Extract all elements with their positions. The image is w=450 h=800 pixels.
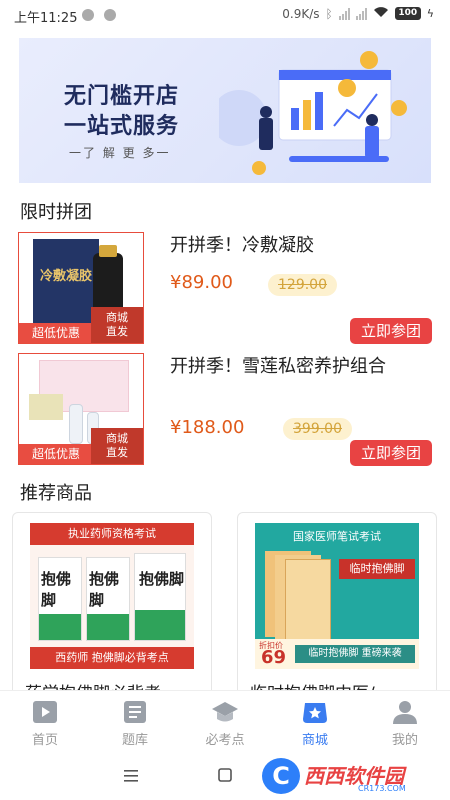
tab-shop[interactable]: 商城 (270, 691, 360, 752)
group-buy-item[interactable]: 超低优惠 商城 直发 开拼季！雪莲私密养护组合 ¥188.00 399.00 立… (18, 353, 432, 466)
section-title-group-buy: 限时拼团 (20, 202, 92, 223)
graduation-cap-icon (212, 702, 238, 722)
product-image: 国家医师笔试考试 临时抱佛脚 折扣价 69 临时抱佛脚 重磅来袭 (255, 523, 419, 669)
tab-key-points[interactable]: 必考点 (180, 691, 270, 752)
tab-question-bank[interactable]: 题库 (90, 691, 180, 752)
play-icon (33, 701, 57, 723)
shop-direct-badge: 商城 直发 (91, 428, 143, 464)
original-price: 399.00 (283, 418, 352, 440)
product-name: 开拼季！雪莲私密养护组合 (170, 356, 386, 377)
shop-direct-badge: 商城 直发 (91, 307, 143, 343)
bottom-tab-bar: 首页 题库 必考点 商城 我的 (0, 690, 450, 752)
status-bar: 上午11:25 0.9K/s ᛒ 100 ϟ (0, 0, 450, 30)
status-time: 上午11:25 (14, 11, 78, 26)
join-group-button[interactable]: 立即参团 (350, 440, 432, 466)
section-title-recommended: 推荐商品 (20, 483, 92, 504)
product-card[interactable]: 执业药师资格考试 抱佛脚 抱佛脚 抱佛脚 西药师 抱佛脚必背考点 药学抱佛脚必背… (12, 512, 212, 712)
product-price: ¥89.00 (170, 272, 233, 293)
product-bottle (93, 253, 123, 313)
promo-banner[interactable]: 无门槛开店 一站式服务 一了 解 更 多一 (19, 38, 431, 183)
system-nav-bar: C 西西软件园 CR173.COM (0, 752, 450, 800)
discount-badge: 超低优惠 (19, 323, 93, 343)
product-image: 超低优惠 商城 直发 (18, 353, 144, 465)
banner-illustration (219, 51, 407, 175)
product-name: 开拼季！冷敷凝胶 (170, 235, 314, 256)
discount-badge: 超低优惠 (19, 444, 93, 464)
battery-icon: 100 (394, 7, 421, 20)
star-shop-icon (303, 703, 327, 723)
banner-title-line2: 一站式服务 (64, 114, 180, 139)
charging-icon: ϟ (426, 7, 434, 20)
watermark-logo: C 西西软件园 CR173.COM (262, 756, 432, 796)
learn-more-link[interactable]: 一了 解 更 多一 (69, 144, 170, 161)
question-bank-icon (124, 701, 146, 723)
tab-home[interactable]: 首页 (0, 691, 90, 752)
join-group-button[interactable]: 立即参团 (350, 318, 432, 344)
product-price: ¥188.00 (170, 417, 245, 438)
tab-profile[interactable]: 我的 (360, 691, 450, 752)
notification-icon (82, 9, 94, 21)
home-square-icon[interactable] (218, 768, 232, 782)
bluetooth-icon: ᛒ (325, 6, 333, 21)
notification-icon (104, 9, 116, 21)
signal-icon (355, 7, 367, 20)
original-price: 129.00 (268, 274, 337, 296)
person-icon (393, 701, 417, 724)
banner-title-line1: 无门槛开店 (64, 84, 180, 109)
network-speed: 0.9K/s (282, 6, 320, 21)
wifi-icon (373, 6, 389, 21)
product-box: 冷敷凝胶 (33, 239, 99, 331)
signal-icon (338, 7, 350, 20)
menu-icon[interactable] (124, 770, 138, 782)
product-bottle (69, 404, 83, 444)
product-card[interactable]: 国家医师笔试考试 临时抱佛脚 折扣价 69 临时抱佛脚 重磅来袭 临时抱佛脚中医… (237, 512, 437, 712)
group-buy-item[interactable]: 冷敷凝胶 超低优惠 商城 直发 开拼季！冷敷凝胶 ¥89.00 129.00 立… (18, 232, 432, 344)
product-image: 执业药师资格考试 抱佛脚 抱佛脚 抱佛脚 西药师 抱佛脚必背考点 (30, 523, 194, 669)
product-image: 冷敷凝胶 超低优惠 商城 直发 (18, 232, 144, 344)
